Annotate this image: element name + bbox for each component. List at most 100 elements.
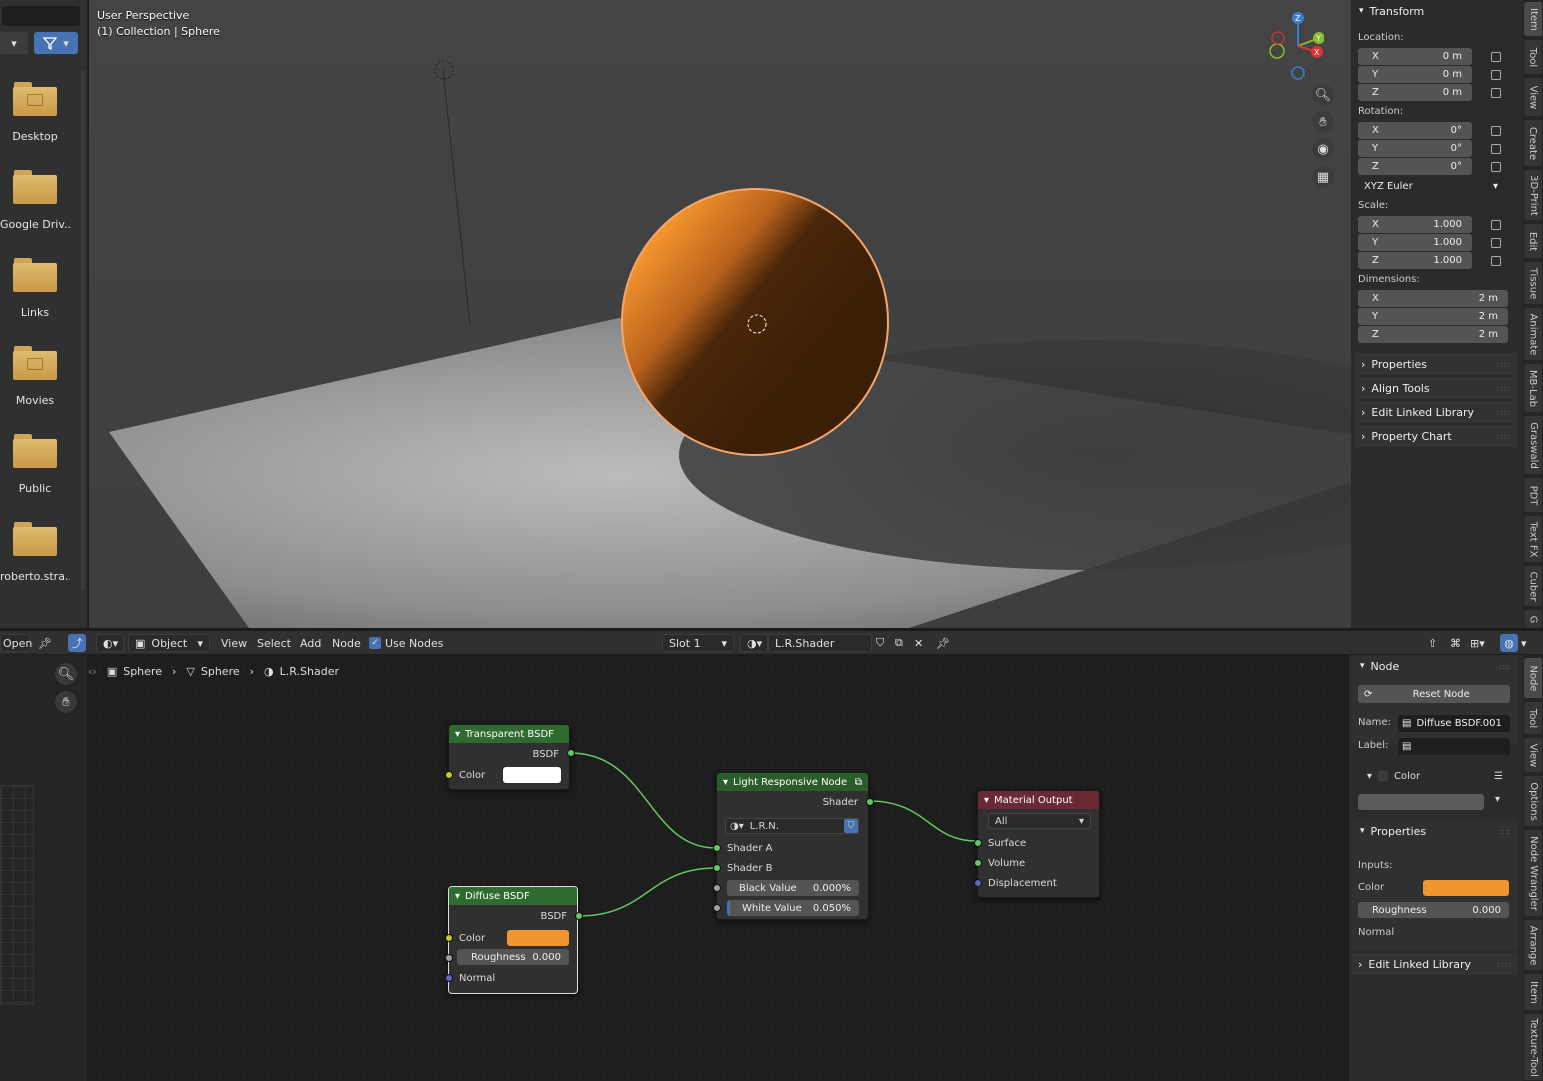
color-input-socket[interactable] bbox=[445, 934, 453, 942]
transform-header[interactable]: ▾ Transform bbox=[1351, 0, 1523, 22]
custom-color-swatch[interactable] bbox=[1358, 794, 1484, 810]
node-tree-toggle[interactable]: ⤴ bbox=[68, 634, 86, 652]
menu-select[interactable]: Select bbox=[257, 634, 291, 652]
pan-button[interactable]: ✋︎ bbox=[1312, 111, 1334, 133]
input-color-swatch[interactable] bbox=[1423, 880, 1509, 896]
object-mode-dropdown[interactable]: ▣ Object ▾ bbox=[128, 634, 210, 652]
list-icon[interactable]: ☰ bbox=[1494, 771, 1503, 782]
display-mode-dropdown[interactable]: ▾ bbox=[0, 32, 28, 54]
perspective-toggle-button[interactable]: ▦ bbox=[1312, 166, 1334, 188]
edit-linked-library-section[interactable]: › Edit Linked Library:::: bbox=[1355, 401, 1517, 423]
tab-view[interactable]: View bbox=[1524, 78, 1542, 116]
node-header[interactable]: ▾ Diffuse BSDF bbox=[449, 887, 577, 905]
lock-icon[interactable] bbox=[1491, 238, 1501, 248]
lock-icon[interactable] bbox=[1491, 162, 1501, 172]
reset-node-button[interactable]: ⟳ Reset Node bbox=[1358, 685, 1510, 703]
rotation-y-field[interactable]: Y 0° bbox=[1358, 140, 1472, 157]
slot-dropdown[interactable]: Slot 1 ▾ bbox=[662, 634, 734, 652]
bsdf-output-socket[interactable] bbox=[575, 912, 583, 920]
location-z-field[interactable]: Z0 m bbox=[1358, 84, 1472, 101]
tab-view[interactable]: View bbox=[1524, 738, 1542, 772]
node-panel-header[interactable]: ▾ Node:::: bbox=[1352, 655, 1518, 677]
edit-linked-library-section[interactable]: › Edit Linked Library:::: bbox=[1352, 953, 1518, 975]
editor-type-dropdown[interactable]: ◐ ▾ bbox=[96, 634, 124, 652]
tab-animate[interactable]: Animate bbox=[1524, 308, 1542, 360]
tab-node[interactable]: Node bbox=[1524, 658, 1542, 698]
color-swatch-white[interactable] bbox=[503, 767, 561, 783]
node-name-field[interactable]: ▤ Diffuse BSDF.001 bbox=[1398, 715, 1510, 732]
white-value-slider[interactable]: White Value 0.050% bbox=[727, 900, 859, 916]
group-selector[interactable]: ◑▾ L.R.N. ⛉ bbox=[725, 818, 859, 834]
tab-mb-lab[interactable]: MB-Lab bbox=[1524, 364, 1542, 412]
roughness-input-socket[interactable] bbox=[445, 954, 453, 962]
3d-viewport[interactable]: User Perspective (1) Collection | Sphere… bbox=[89, 0, 1351, 628]
dimension-y-field[interactable]: Y2 m bbox=[1358, 308, 1508, 325]
tab-texture-tool[interactable]: Texture-Tool bbox=[1524, 1014, 1542, 1080]
tab-3d-print[interactable]: 3D-Print bbox=[1524, 170, 1542, 220]
folder-item[interactable]: Desktop bbox=[0, 82, 70, 143]
lock-icon[interactable] bbox=[1491, 220, 1501, 230]
unlink-icon[interactable]: ✕ bbox=[914, 634, 923, 652]
duplicate-icon[interactable]: ⧉ bbox=[895, 634, 903, 652]
rotation-x-field[interactable]: X 0° bbox=[1358, 122, 1472, 139]
tab-edit[interactable]: Edit bbox=[1524, 224, 1542, 258]
tab-graswald[interactable]: Graswald bbox=[1524, 416, 1542, 474]
shader-b-socket[interactable] bbox=[713, 864, 721, 872]
property-chart-section[interactable]: › Property Chart:::: bbox=[1355, 425, 1517, 447]
folder-item[interactable]: Links bbox=[0, 258, 70, 319]
roughness-slider[interactable]: Roughness 0.000 bbox=[457, 949, 569, 965]
location-y-field[interactable]: Y0 m bbox=[1358, 66, 1472, 83]
tab-tool[interactable]: Tool bbox=[1524, 702, 1542, 734]
use-nodes-checkbox[interactable]: ✓ Use Nodes bbox=[369, 634, 444, 652]
pan-button[interactable]: ✋︎ bbox=[55, 691, 77, 713]
lock-icon[interactable] bbox=[1491, 126, 1501, 136]
normal-input-socket[interactable] bbox=[445, 974, 453, 982]
color-input-socket[interactable] bbox=[445, 771, 453, 779]
scale-z-field[interactable]: Z 1.000 bbox=[1358, 252, 1472, 269]
folder-item[interactable]: Public bbox=[0, 434, 70, 495]
filter-toggle[interactable]: ▾ bbox=[34, 32, 78, 54]
rotation-mode-dropdown[interactable]: XYZ Euler ▾ bbox=[1358, 178, 1508, 195]
dimension-z-field[interactable]: Z2 m bbox=[1358, 326, 1508, 343]
material-name-field[interactable]: L.R.Shader bbox=[768, 634, 872, 652]
color-subpanel-header[interactable]: ▾ Color ☰ bbox=[1367, 767, 1517, 785]
tab-tissue[interactable]: Tissue bbox=[1524, 262, 1542, 304]
overlay-toggle[interactable]: ◍ bbox=[1500, 634, 1518, 652]
roughness-field[interactable]: Roughness 0.000 bbox=[1358, 902, 1509, 918]
zoom-button[interactable]: 🔍︎ bbox=[55, 663, 77, 685]
tab-cuber[interactable]: Cuber bbox=[1524, 566, 1542, 606]
tab-create[interactable]: Create bbox=[1524, 120, 1542, 166]
folder-item[interactable]: Movies bbox=[0, 346, 70, 407]
volume-socket[interactable] bbox=[974, 859, 982, 867]
lock-icon[interactable] bbox=[1491, 144, 1501, 154]
tab-pdt[interactable]: PDT bbox=[1524, 478, 1542, 512]
axis-gizmo[interactable]: Z Y X bbox=[1264, 8, 1324, 84]
rotation-z-field[interactable]: Z 0° bbox=[1358, 158, 1472, 175]
shield-icon[interactable]: ⛉ bbox=[844, 819, 858, 833]
light-responsive-node[interactable]: ▾ Light Responsive Node ⧉ Shader ◑▾ L.R.N… bbox=[713, 772, 874, 920]
tab-item[interactable]: Item bbox=[1524, 2, 1542, 36]
folder-item[interactable]: Google Driv... bbox=[0, 170, 70, 231]
tab-item[interactable]: Item bbox=[1524, 974, 1542, 1010]
menu-add[interactable]: Add bbox=[300, 634, 321, 652]
tab-tool[interactable]: Tool bbox=[1524, 40, 1542, 74]
pin-icon[interactable]: 📌︎ bbox=[936, 634, 950, 652]
shader-output-socket[interactable] bbox=[866, 798, 874, 806]
overlay-dropdown[interactable]: ▾ bbox=[1521, 634, 1527, 652]
camera-view-button[interactable]: ◉ bbox=[1312, 138, 1334, 160]
open-button[interactable]: Open bbox=[0, 634, 32, 652]
bsdf-output-socket[interactable] bbox=[567, 749, 575, 757]
transparent-bsdf-node[interactable]: ▾ Transparent BSDF BSDF Color bbox=[445, 724, 575, 790]
fake-user-icon[interactable]: ⛉ bbox=[876, 634, 884, 652]
white-value-socket[interactable] bbox=[713, 904, 721, 912]
node-header[interactable]: ▾ Transparent BSDF bbox=[449, 725, 569, 743]
black-value-socket[interactable] bbox=[713, 884, 721, 892]
tab-options[interactable]: Options bbox=[1524, 776, 1542, 826]
material-output-node[interactable]: ▾ Material Output All ▾ Surface Volume Dis… bbox=[974, 790, 1100, 898]
node-label-field[interactable]: ▤ bbox=[1398, 738, 1510, 755]
file-search-input[interactable] bbox=[2, 6, 80, 26]
node-header[interactable]: ▾ Light Responsive Node ⧉ bbox=[717, 773, 868, 791]
snap-target-dropdown[interactable]: ⊞▾ bbox=[1470, 634, 1485, 652]
tab-g[interactable]: G bbox=[1524, 610, 1542, 628]
parent-node-tree-icon[interactable]: ⇧ bbox=[1428, 634, 1437, 652]
